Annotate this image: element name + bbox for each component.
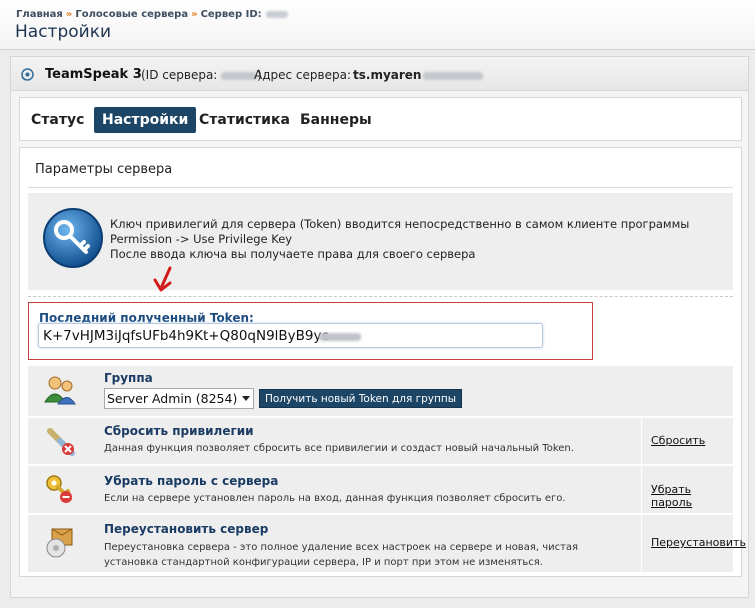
group-select[interactable]: Server Admin (8254)	[104, 388, 254, 409]
action-title: Переустановить сервер	[104, 522, 269, 536]
last-token-box: Последний полученный Token:	[28, 302, 593, 360]
breadcrumb-separator: »	[65, 9, 73, 20]
section-title: Параметры сервера	[35, 162, 173, 177]
main-panel: TeamSpeak 3 (ID сервера: ) Адрес сервера…	[10, 56, 749, 598]
chevron-down-icon	[242, 396, 250, 401]
server-address-label: Адрес сервера:	[254, 68, 351, 82]
token-info-box: Ключ привилегий для сервера (Token) ввод…	[28, 193, 733, 290]
reinstall-link[interactable]: Переустановить	[651, 536, 746, 549]
info-line-3: После ввода ключа вы получаете права для…	[110, 247, 476, 261]
breadcrumb-home[interactable]: Главная	[16, 9, 63, 20]
action-title: Сбросить привилегии	[104, 424, 254, 438]
row-divider	[641, 466, 642, 513]
action-row-reset-privileges: Сбросить привилегии Данная функция позво…	[28, 418, 733, 464]
group-select-value: Server Admin (8254)	[107, 391, 238, 406]
breadcrumb-server-id: Сервер ID:	[200, 9, 262, 20]
tab-status[interactable]: Статус	[23, 107, 92, 133]
reset-privileges-link[interactable]: Сбросить	[651, 434, 705, 447]
section-divider	[28, 187, 733, 188]
dashed-divider	[28, 296, 733, 297]
token-info-text: Ключ привилегий для сервера (Token) ввод…	[110, 217, 689, 262]
page-title: Настройки	[15, 22, 112, 42]
red-arrow-icon	[153, 266, 172, 292]
server-address: ts.myaren	[353, 68, 484, 82]
server-id-label: (ID сервера:	[141, 68, 218, 82]
tab-bar: Статус Настройки Статистика Баннеры	[19, 97, 742, 141]
breadcrumb-voice-servers[interactable]: Голосовые сервера	[75, 9, 188, 20]
row-divider	[641, 515, 642, 572]
action-title: Убрать пароль с сервера	[104, 474, 279, 488]
action-description: Если на сервере установлен пароль на вхо…	[104, 493, 566, 504]
get-new-token-button[interactable]: Получить новый Token для группы	[259, 389, 462, 408]
group-title: Группа	[104, 371, 153, 385]
tab-banners[interactable]: Баннеры	[292, 107, 380, 133]
action-row-remove-password: Убрать пароль с сервера Если на сервере …	[28, 466, 733, 513]
breadcrumb-separator: »	[191, 9, 198, 20]
row-divider	[641, 418, 642, 464]
remove-password-link[interactable]: Убрать пароль	[651, 483, 733, 509]
info-line-2: Permission -> Use Privilege Key	[110, 232, 293, 246]
key-icon	[43, 208, 103, 268]
server-id: (ID сервера: )	[141, 68, 262, 82]
users-group-icon	[44, 376, 76, 405]
redacted-server-id	[265, 10, 288, 18]
token-field[interactable]	[38, 323, 543, 348]
action-row-reinstall: Переустановить сервер Переустановка серв…	[28, 515, 746, 572]
product-name: TeamSpeak 3	[45, 67, 142, 82]
settings-content: Параметры сервера Ключ привилегий для се…	[19, 147, 746, 577]
remove-password-icon	[46, 475, 72, 503]
redacted-token-tail	[319, 333, 361, 341]
server-header: TeamSpeak 3 (ID сервера: ) Адрес сервера…	[11, 57, 748, 91]
top-bar: Главная» Голосовые сервера» Сервер ID: Нас…	[0, 0, 755, 50]
action-description: Переустановка сервера - это полное удале…	[104, 542, 579, 568]
teamspeak-icon	[21, 68, 34, 81]
redacted-server-id-value	[221, 71, 258, 80]
reinstall-icon	[46, 528, 73, 558]
server-address-value: ts.myaren	[353, 68, 422, 82]
group-row: Группа Server Admin (8254) Получить новы…	[28, 366, 733, 416]
tab-statistics[interactable]: Статистика	[191, 107, 298, 133]
redacted-address	[423, 71, 484, 80]
action-description: Данная функция позволяет сбросить все пр…	[104, 443, 574, 454]
info-line-1: Ключ привилегий для сервера (Token) ввод…	[110, 217, 690, 231]
reset-privileges-icon	[47, 428, 75, 456]
breadcrumb: Главная» Голосовые сервера» Сервер ID:	[16, 9, 288, 20]
tab-settings[interactable]: Настройки	[94, 107, 197, 133]
